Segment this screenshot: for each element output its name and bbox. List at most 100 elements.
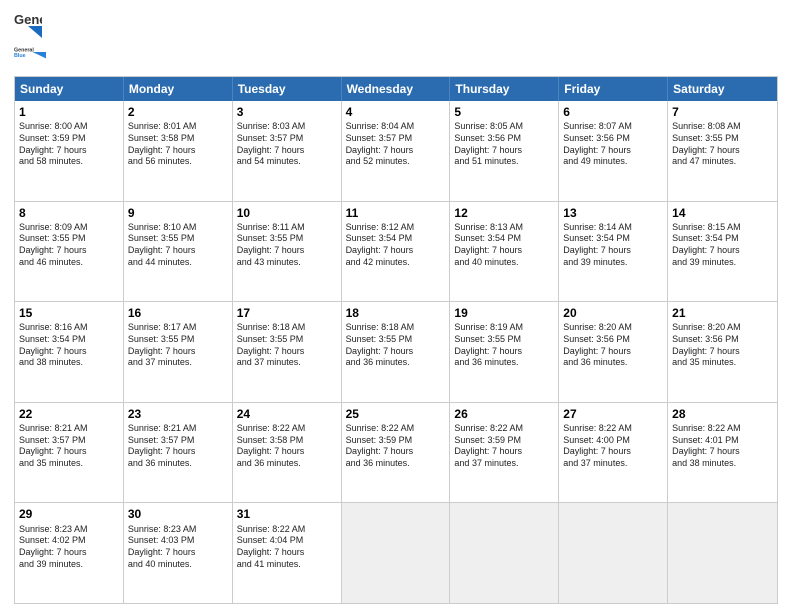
calendar-cell: 27Sunrise: 8:22 AMSunset: 4:00 PMDayligh… [559, 403, 668, 503]
day-number: 22 [19, 406, 119, 422]
calendar-cell: 15Sunrise: 8:16 AMSunset: 3:54 PMDayligh… [15, 302, 124, 402]
calendar-cell: 3Sunrise: 8:03 AMSunset: 3:57 PMDaylight… [233, 101, 342, 201]
cell-info: Sunrise: 8:22 AMSunset: 4:01 PMDaylight:… [672, 423, 773, 470]
calendar-cell: 31 Sunrise: 8:22 AMSunset: 4:04 PMDayligh… [233, 503, 342, 603]
cell-info: Sunrise: 8:22 AMSunset: 3:59 PMDaylight:… [346, 423, 446, 470]
cell-info: Sunrise: 8:03 AMSunset: 3:57 PMDaylight:… [237, 121, 337, 168]
header: General General Blue [14, 10, 778, 70]
calendar-cell: 1Sunrise: 8:00 AMSunset: 3:59 PMDaylight… [15, 101, 124, 201]
day-number: 23 [128, 406, 228, 422]
calendar-cell: 12Sunrise: 8:13 AMSunset: 3:54 PMDayligh… [450, 202, 559, 302]
cell-info: Sunrise: 8:21 AMSunset: 3:57 PMDaylight:… [128, 423, 228, 470]
day-number: 13 [563, 205, 663, 221]
cell-info: Sunrise: 8:10 AMSunset: 3:55 PMDaylight:… [128, 222, 228, 269]
day-number: 16 [128, 305, 228, 321]
day-number: 7 [672, 104, 773, 120]
cell-info: Sunrise: 8:14 AMSunset: 3:54 PMDaylight:… [563, 222, 663, 269]
day-number: 6 [563, 104, 663, 120]
cell-info: Sunrise: 8:16 AMSunset: 3:54 PMDaylight:… [19, 322, 119, 369]
cell-info: Sunrise: 8:09 AMSunset: 3:55 PMDaylight:… [19, 222, 119, 269]
cell-info: Sunrise: 8:22 AMSunset: 3:58 PMDaylight:… [237, 423, 337, 470]
day-number: 21 [672, 305, 773, 321]
calendar-cell: 24Sunrise: 8:22 AMSunset: 3:58 PMDayligh… [233, 403, 342, 503]
day-number: 1 [19, 104, 119, 120]
svg-text:General: General [14, 12, 42, 27]
calendar: SundayMondayTuesdayWednesdayThursdayFrid… [14, 76, 778, 604]
cell-info: Sunrise: 8:23 AMSunset: 4:02 PMDaylight:… [19, 524, 119, 571]
calendar-cell: 2Sunrise: 8:01 AMSunset: 3:58 PMDaylight… [124, 101, 233, 201]
day-number: 30 [128, 506, 228, 522]
header-day-monday: Monday [124, 77, 233, 101]
cell-info: Sunrise: 8:20 AMSunset: 3:56 PMDaylight:… [563, 322, 663, 369]
cell-info: Sunrise: 8:11 AMSunset: 3:55 PMDaylight:… [237, 222, 337, 269]
cell-info: Sunrise: 8:07 AMSunset: 3:56 PMDaylight:… [563, 121, 663, 168]
calendar-cell: 13Sunrise: 8:14 AMSunset: 3:54 PMDayligh… [559, 202, 668, 302]
calendar-cell: 25Sunrise: 8:22 AMSunset: 3:59 PMDayligh… [342, 403, 451, 503]
logo-svg: General Blue [14, 34, 46, 70]
svg-text:General: General [14, 47, 34, 53]
cell-info: Sunrise: 8:20 AMSunset: 3:56 PMDaylight:… [672, 322, 773, 369]
cell-info: Sunrise: 8:22 AMSunset: 4:04 PMDaylight:… [237, 524, 337, 571]
calendar-cell: 7Sunrise: 8:08 AMSunset: 3:55 PMDaylight… [668, 101, 777, 201]
calendar-row-4: 29 Sunrise: 8:23 AMSunset: 4:02 PMDayligh… [15, 502, 777, 603]
calendar-cell: 18Sunrise: 8:18 AMSunset: 3:55 PMDayligh… [342, 302, 451, 402]
calendar-cell [559, 503, 668, 603]
day-number: 24 [237, 406, 337, 422]
calendar-container: General General Blue SundayMondayTuesday… [0, 0, 792, 612]
calendar-row-1: 8Sunrise: 8:09 AMSunset: 3:55 PMDaylight… [15, 201, 777, 302]
cell-info: Sunrise: 8:05 AMSunset: 3:56 PMDaylight:… [454, 121, 554, 168]
calendar-cell: 30 Sunrise: 8:23 AMSunset: 4:03 PMDayligh… [124, 503, 233, 603]
day-number: 27 [563, 406, 663, 422]
svg-text:Blue: Blue [14, 53, 26, 59]
calendar-cell: 21Sunrise: 8:20 AMSunset: 3:56 PMDayligh… [668, 302, 777, 402]
header-day-saturday: Saturday [668, 77, 777, 101]
day-number: 14 [672, 205, 773, 221]
day-number: 2 [128, 104, 228, 120]
day-number: 8 [19, 205, 119, 221]
day-number: 10 [237, 205, 337, 221]
day-number: 12 [454, 205, 554, 221]
day-number: 11 [346, 205, 446, 221]
calendar-row-0: 1Sunrise: 8:00 AMSunset: 3:59 PMDaylight… [15, 101, 777, 201]
cell-info: Sunrise: 8:23 AMSunset: 4:03 PMDaylight:… [128, 524, 228, 571]
cell-info: Sunrise: 8:00 AMSunset: 3:59 PMDaylight:… [19, 121, 119, 168]
header-day-sunday: Sunday [15, 77, 124, 101]
header-day-tuesday: Tuesday [233, 77, 342, 101]
day-number: 19 [454, 305, 554, 321]
calendar-cell: 14Sunrise: 8:15 AMSunset: 3:54 PMDayligh… [668, 202, 777, 302]
calendar-cell: 29 Sunrise: 8:23 AMSunset: 4:02 PMDayligh… [15, 503, 124, 603]
header-day-wednesday: Wednesday [342, 77, 451, 101]
calendar-cell [342, 503, 451, 603]
calendar-cell: 11Sunrise: 8:12 AMSunset: 3:54 PMDayligh… [342, 202, 451, 302]
calendar-cell: 16Sunrise: 8:17 AMSunset: 3:55 PMDayligh… [124, 302, 233, 402]
header-day-thursday: Thursday [450, 77, 559, 101]
cell-info: Sunrise: 8:01 AMSunset: 3:58 PMDaylight:… [128, 121, 228, 168]
cell-info: Sunrise: 8:22 AMSunset: 3:59 PMDaylight:… [454, 423, 554, 470]
cell-info: Sunrise: 8:17 AMSunset: 3:55 PMDaylight:… [128, 322, 228, 369]
calendar-cell: 28Sunrise: 8:22 AMSunset: 4:01 PMDayligh… [668, 403, 777, 503]
cell-info: Sunrise: 8:18 AMSunset: 3:55 PMDaylight:… [237, 322, 337, 369]
day-number: 15 [19, 305, 119, 321]
day-number: 4 [346, 104, 446, 120]
cell-info: Sunrise: 8:13 AMSunset: 3:54 PMDaylight:… [454, 222, 554, 269]
calendar-cell: 23Sunrise: 8:21 AMSunset: 3:57 PMDayligh… [124, 403, 233, 503]
calendar-cell: 10Sunrise: 8:11 AMSunset: 3:55 PMDayligh… [233, 202, 342, 302]
calendar-cell [450, 503, 559, 603]
day-number: 5 [454, 104, 554, 120]
cell-info: Sunrise: 8:12 AMSunset: 3:54 PMDaylight:… [346, 222, 446, 269]
logo: General General Blue [14, 10, 46, 70]
day-number: 20 [563, 305, 663, 321]
calendar-body: 1Sunrise: 8:00 AMSunset: 3:59 PMDaylight… [15, 101, 777, 603]
day-number: 26 [454, 406, 554, 422]
calendar-header: SundayMondayTuesdayWednesdayThursdayFrid… [15, 77, 777, 101]
day-number: 9 [128, 205, 228, 221]
day-number: 29 [19, 506, 119, 522]
calendar-cell: 22Sunrise: 8:21 AMSunset: 3:57 PMDayligh… [15, 403, 124, 503]
day-number: 31 [237, 506, 337, 522]
calendar-row-2: 15Sunrise: 8:16 AMSunset: 3:54 PMDayligh… [15, 301, 777, 402]
calendar-cell: 19Sunrise: 8:19 AMSunset: 3:55 PMDayligh… [450, 302, 559, 402]
cell-info: Sunrise: 8:22 AMSunset: 4:00 PMDaylight:… [563, 423, 663, 470]
cell-info: Sunrise: 8:15 AMSunset: 3:54 PMDaylight:… [672, 222, 773, 269]
day-number: 25 [346, 406, 446, 422]
calendar-cell: 26Sunrise: 8:22 AMSunset: 3:59 PMDayligh… [450, 403, 559, 503]
